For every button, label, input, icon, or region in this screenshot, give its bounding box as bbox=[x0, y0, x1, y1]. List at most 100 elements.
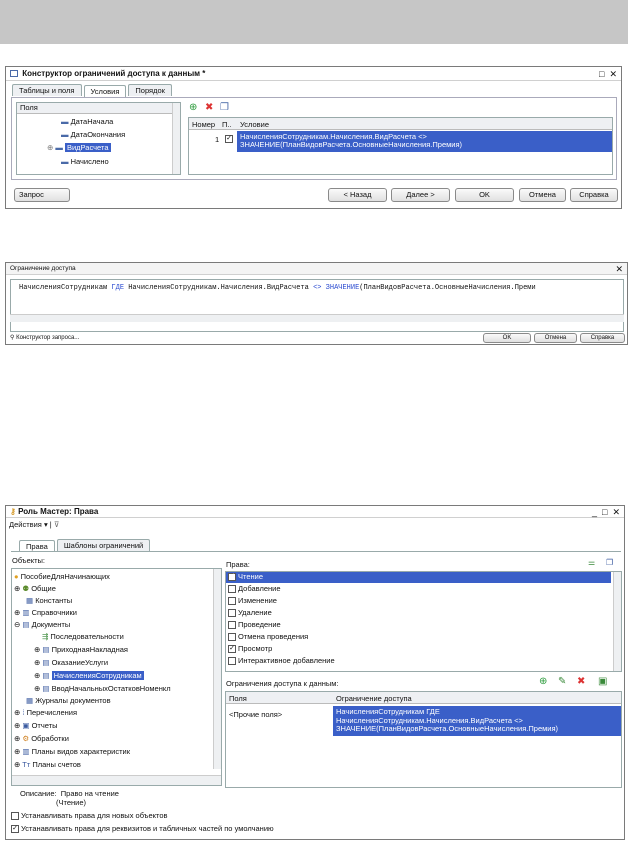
tab-tables-fields[interactable]: Таблицы и поля bbox=[12, 84, 82, 96]
col-header-flag: П.. bbox=[222, 120, 232, 129]
window-title-bar: Конструктор ограничений доступа к данным… bbox=[6, 67, 621, 81]
tree-item[interactable]: ⊕ ▣ Отчеты bbox=[14, 721, 58, 730]
window-title: Конструктор ограничений доступа к данным… bbox=[22, 69, 206, 78]
window-title-bar: Ограничение доступа ✕ bbox=[6, 263, 627, 275]
tree-item[interactable]: ▦ Журналы документов bbox=[26, 696, 111, 705]
cancel-button[interactable]: Отмена bbox=[534, 333, 577, 343]
window-icon bbox=[10, 70, 18, 78]
query-button[interactable]: Запрос bbox=[14, 188, 70, 202]
right-item[interactable]: ✓ Чтение bbox=[226, 572, 611, 583]
tree-item[interactable]: ⊕ ⁞ Перечисления bbox=[14, 708, 77, 717]
window-title-bar: ⚷ Роль Мастер: Права _ □ ✕ bbox=[6, 506, 624, 518]
tree-item[interactable]: ⊕ ▤ ОказаниеУслуги bbox=[34, 658, 108, 667]
query-builder-icon: ⚲ bbox=[10, 335, 15, 341]
add-icon[interactable]: ⊕ bbox=[539, 676, 547, 687]
default-rights-option[interactable]: ✓ Устанавливать права для реквизитов и та… bbox=[11, 824, 274, 834]
tree-item[interactable]: ⊕ ▤ ПриходнаяНакладная bbox=[34, 645, 128, 654]
rights-copy-icon[interactable]: ❐ bbox=[606, 558, 613, 567]
tabs-underline bbox=[11, 551, 621, 552]
rights-label: Права: bbox=[226, 560, 250, 569]
help-button[interactable]: Справка bbox=[570, 188, 618, 202]
help-button[interactable]: Справка bbox=[580, 333, 625, 343]
filter-icon[interactable]: ⊽ bbox=[54, 520, 60, 529]
close-icon[interactable]: ✕ bbox=[609, 69, 617, 79]
tree-item-selected[interactable]: ⊕ ▤ НачисленияСотрудникам bbox=[34, 671, 144, 680]
tab-restriction-templates[interactable]: Шаблоны ограничений bbox=[56, 539, 151, 551]
scrollbar[interactable] bbox=[172, 103, 180, 174]
query-builder-link[interactable]: ⚲ Конструктор запроса... bbox=[10, 334, 79, 341]
conditions-panel: Поля ▬ ДатаНачала ▬ ДатаОкончания ⊕ ▬ Ви… bbox=[11, 97, 617, 180]
cancel-button[interactable]: Отмена bbox=[519, 188, 566, 202]
condition-checkbox[interactable]: ✓ bbox=[225, 135, 233, 143]
description: Описание: Право на чтение (Чтение) bbox=[20, 789, 119, 807]
window-title: Ограничение доступа bbox=[10, 265, 76, 272]
tree-item[interactable]: ⊖ ▤ Документы bbox=[14, 620, 70, 629]
right-item[interactable]: Проведение bbox=[228, 620, 281, 630]
close-icon[interactable]: ✕ bbox=[612, 507, 620, 517]
edit-icon[interactable]: ✎ bbox=[558, 676, 566, 687]
fields-header: Поля bbox=[17, 103, 173, 114]
next-button[interactable]: Далее > bbox=[391, 188, 450, 202]
col-header-restriction: Ограничение доступа bbox=[336, 694, 412, 703]
conditions-table: Номер П.. Условие 1 ✓ НачисленияСотрудни… bbox=[188, 117, 613, 175]
tree-item[interactable]: ⊕ ▥ Справочники bbox=[14, 608, 77, 617]
query-text-area[interactable]: НачисленияСотрудникам ГДЕ НачисленияСотр… bbox=[10, 279, 624, 332]
minimize-icon[interactable]: _ bbox=[592, 507, 597, 517]
field-item[interactable]: ▬ Начислено bbox=[61, 157, 109, 166]
right-item[interactable]: Интерактивное добавление bbox=[228, 656, 335, 666]
tree-item[interactable]: ⊕ ⚉ Общие bbox=[14, 584, 56, 593]
horizontal-scrollbar[interactable] bbox=[12, 775, 221, 785]
maximize-icon[interactable]: □ bbox=[599, 69, 604, 79]
role-rights-window: ⚷ Роль Мастер: Права _ □ ✕ Действия ▾ | … bbox=[5, 505, 625, 840]
copy-icon[interactable]: ❐ bbox=[220, 102, 229, 113]
delete-icon[interactable]: ✖ bbox=[205, 102, 213, 113]
col-header-number: Номер bbox=[192, 120, 216, 129]
restriction-text[interactable]: НачисленияСотрудникам ГДЕ НачисленияСотру… bbox=[333, 706, 621, 736]
field-item[interactable]: ▬ ДатаОкончания bbox=[61, 130, 125, 139]
actions-menu[interactable]: Действия ▾ | ⊽ bbox=[9, 520, 59, 529]
add-icon[interactable]: ⊕ bbox=[189, 102, 197, 113]
right-item[interactable]: Изменение bbox=[228, 596, 277, 606]
tree-item[interactable]: ▦ Константы bbox=[26, 596, 72, 605]
tree-item[interactable]: ⊕ ⚙ Обработки bbox=[14, 734, 69, 743]
row-number: 1 bbox=[215, 135, 220, 144]
right-item[interactable]: Добавление bbox=[228, 584, 281, 594]
field-item[interactable]: ▬ ДатаНачала bbox=[61, 117, 113, 126]
tree-item[interactable]: ⇶ Последовательности bbox=[42, 632, 124, 641]
new-objects-option[interactable]: Устанавливать права для новых объектов bbox=[11, 811, 167, 821]
tree-item[interactable]: ⊕ Tт Планы счетов bbox=[14, 760, 81, 769]
tab-conditions[interactable]: Условия bbox=[83, 85, 127, 97]
right-item[interactable]: ✓ Просмотр bbox=[228, 644, 272, 654]
horizontal-scrollbar[interactable] bbox=[10, 314, 624, 322]
right-item[interactable]: Удаление bbox=[228, 608, 272, 618]
ok-button[interactable]: OK bbox=[455, 188, 514, 202]
rights-icon[interactable]: ⚌ bbox=[588, 558, 595, 567]
top-gray-bar bbox=[0, 0, 628, 44]
rights-list: ✓ Чтение Добавление Изменение Удаление Пр… bbox=[225, 571, 622, 672]
objects-label: Объекты: bbox=[12, 556, 46, 565]
ok-button[interactable]: OK bbox=[483, 333, 531, 343]
restrictions-table: Поля Ограничение доступа <Прочие поля> Н… bbox=[225, 691, 622, 788]
right-item[interactable]: Отмена проведения bbox=[228, 632, 308, 642]
maximize-icon[interactable]: □ bbox=[602, 507, 607, 517]
vertical-scrollbar[interactable] bbox=[613, 572, 621, 671]
delete-icon[interactable]: ✖ bbox=[577, 676, 585, 687]
close-icon[interactable]: ✕ bbox=[615, 263, 623, 275]
role-icon: ⚷ bbox=[10, 507, 16, 516]
template-icon[interactable]: ▣ bbox=[598, 676, 607, 687]
vertical-scrollbar[interactable] bbox=[213, 569, 221, 769]
tab-order[interactable]: Порядок bbox=[128, 84, 172, 96]
access-restriction-window: Ограничение доступа ✕ НачисленияСотрудни… bbox=[5, 262, 628, 345]
restriction-field[interactable]: <Прочие поля> bbox=[229, 710, 282, 719]
back-button[interactable]: < Назад bbox=[328, 188, 387, 202]
constraint-builder-window: Конструктор ограничений доступа к данным… bbox=[5, 66, 622, 209]
col-header-fields: Поля bbox=[229, 694, 247, 703]
fields-tree: Поля ▬ ДатаНачала ▬ ДатаОкончания ⊕ ▬ Ви… bbox=[16, 102, 181, 175]
tree-item-root[interactable]: ● ПособиеДляНачинающих bbox=[14, 572, 110, 581]
condition-text[interactable]: НачисленияСотрудникам.Начисления.ВидРасч… bbox=[237, 131, 612, 152]
field-item[interactable]: ⊕ ▬ ВидРасчета bbox=[47, 143, 111, 152]
tree-item[interactable]: ⊕ ▤ ВводНачальныхОстатковНоменкл bbox=[34, 684, 171, 693]
tree-item[interactable]: ⊕ ▥ Планы видов характеристик bbox=[14, 747, 130, 756]
restrictions-label: Ограничения доступа к данным: bbox=[226, 679, 339, 688]
col-header-condition: Условие bbox=[240, 120, 269, 129]
